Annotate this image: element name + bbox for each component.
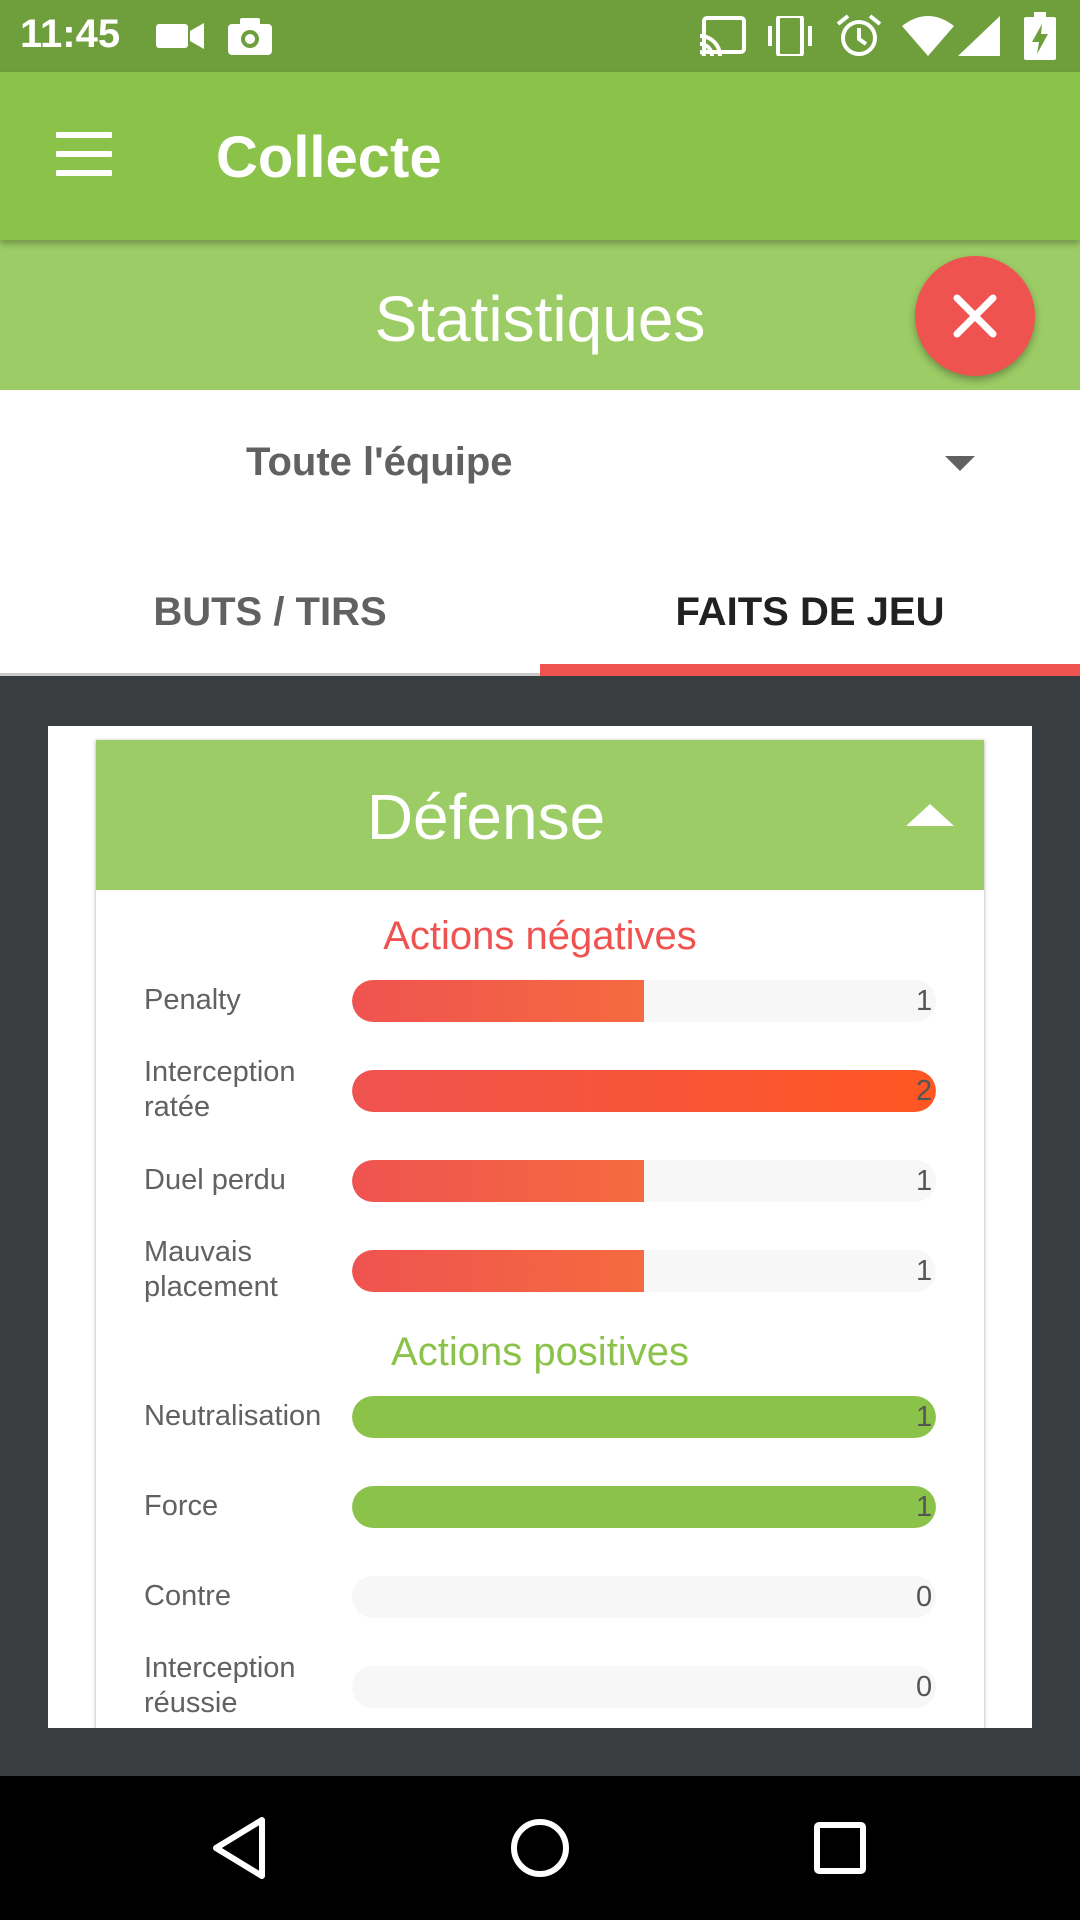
stat-bar — [352, 1250, 936, 1292]
stat-value: 1 — [916, 985, 933, 1017]
signal-icon — [958, 14, 1000, 58]
home-icon[interactable] — [504, 1812, 576, 1884]
close-button[interactable] — [915, 256, 1035, 376]
stat-label: Force — [144, 1489, 219, 1522]
stats-header: Statistiques — [0, 240, 1080, 390]
stat-bar — [352, 1070, 936, 1112]
team-select-value: Toute l'équipe — [246, 440, 513, 484]
vibrate-icon — [764, 14, 816, 58]
team-select[interactable]: Toute l'équipe — [0, 390, 1080, 530]
stat-value: 1 — [916, 1401, 933, 1433]
back-icon[interactable] — [204, 1812, 276, 1884]
status-time: 11:45 — [20, 12, 121, 56]
stat-bar-fill — [352, 1070, 936, 1112]
cast-icon — [698, 14, 746, 58]
stat-row: Contre 0 — [96, 1556, 984, 1636]
stat-row: Interception ratée 2 — [96, 1050, 984, 1130]
chevron-up-icon[interactable] — [906, 804, 954, 826]
stat-value: 1 — [916, 1255, 933, 1287]
section-title: Défense — [366, 781, 606, 853]
stat-bar — [352, 1486, 936, 1528]
video-camera-icon — [156, 14, 204, 58]
navigation-bar — [0, 1776, 1080, 1920]
stat-bar — [352, 1666, 936, 1708]
close-icon — [953, 294, 997, 338]
filter-area: Toute l'équipe BUTS / TIRS FAITS DE JEU — [0, 390, 1080, 676]
stat-label: Interception ratée — [144, 1056, 296, 1123]
stat-label: Contre — [144, 1579, 232, 1612]
negative-actions-heading: Actions négatives — [383, 914, 697, 958]
stat-bar-fill — [352, 1250, 644, 1292]
stat-label: Duel perdu — [144, 1163, 286, 1196]
stat-row: Mauvais placement 1 — [96, 1230, 984, 1310]
defense-section: Défense Actions négatives Penalty 1 Inte… — [96, 740, 984, 1728]
battery-charging-icon — [1024, 12, 1056, 60]
stat-label: Mauvais placement — [144, 1236, 278, 1303]
stat-value: 0 — [916, 1581, 933, 1613]
stat-bar — [352, 980, 936, 1022]
stat-value: 0 — [916, 1671, 933, 1703]
tab-buts-tirs[interactable]: BUTS / TIRS — [0, 530, 540, 676]
app-bar: Collecte — [0, 72, 1080, 240]
camera-icon — [228, 14, 272, 58]
stat-row: Force 1 — [96, 1466, 984, 1546]
stat-value: 1 — [916, 1491, 933, 1523]
stat-label: Neutralisation — [144, 1399, 322, 1432]
stat-value: 2 — [916, 1075, 933, 1107]
tab-faits-de-jeu[interactable]: FAITS DE JEU — [540, 530, 1080, 676]
chevron-down-icon — [945, 456, 975, 471]
stat-label: Penalty — [144, 983, 241, 1016]
stat-row: Duel perdu 1 — [96, 1140, 984, 1220]
app-title: Collecte — [216, 125, 442, 190]
section-header[interactable]: Défense — [96, 740, 984, 890]
menu-icon[interactable] — [56, 132, 112, 176]
stat-bar — [352, 1160, 936, 1202]
stat-bar-fill — [352, 1160, 644, 1202]
stat-row: Penalty 1 — [96, 960, 984, 1040]
stat-bar-fill — [352, 1486, 936, 1528]
stat-bar-fill — [352, 980, 644, 1022]
stat-value: 1 — [916, 1165, 933, 1197]
recents-icon[interactable] — [804, 1812, 876, 1884]
tab-bar: BUTS / TIRS FAITS DE JEU — [0, 530, 1080, 676]
stat-bar-fill — [352, 1396, 936, 1438]
stat-label: Interception réussie — [144, 1652, 296, 1719]
content-card: Défense Actions négatives Penalty 1 Inte… — [48, 726, 1032, 1728]
status-bar: 11:45 — [0, 0, 1080, 72]
stat-bar — [352, 1576, 936, 1618]
alarm-icon — [836, 14, 882, 58]
positive-actions-heading: Actions positives — [391, 1330, 689, 1374]
wifi-icon — [902, 14, 954, 58]
stat-bar — [352, 1396, 936, 1438]
stat-row: Neutralisation 1 — [96, 1376, 984, 1456]
stat-row: Interception réussie 0 — [96, 1646, 984, 1726]
